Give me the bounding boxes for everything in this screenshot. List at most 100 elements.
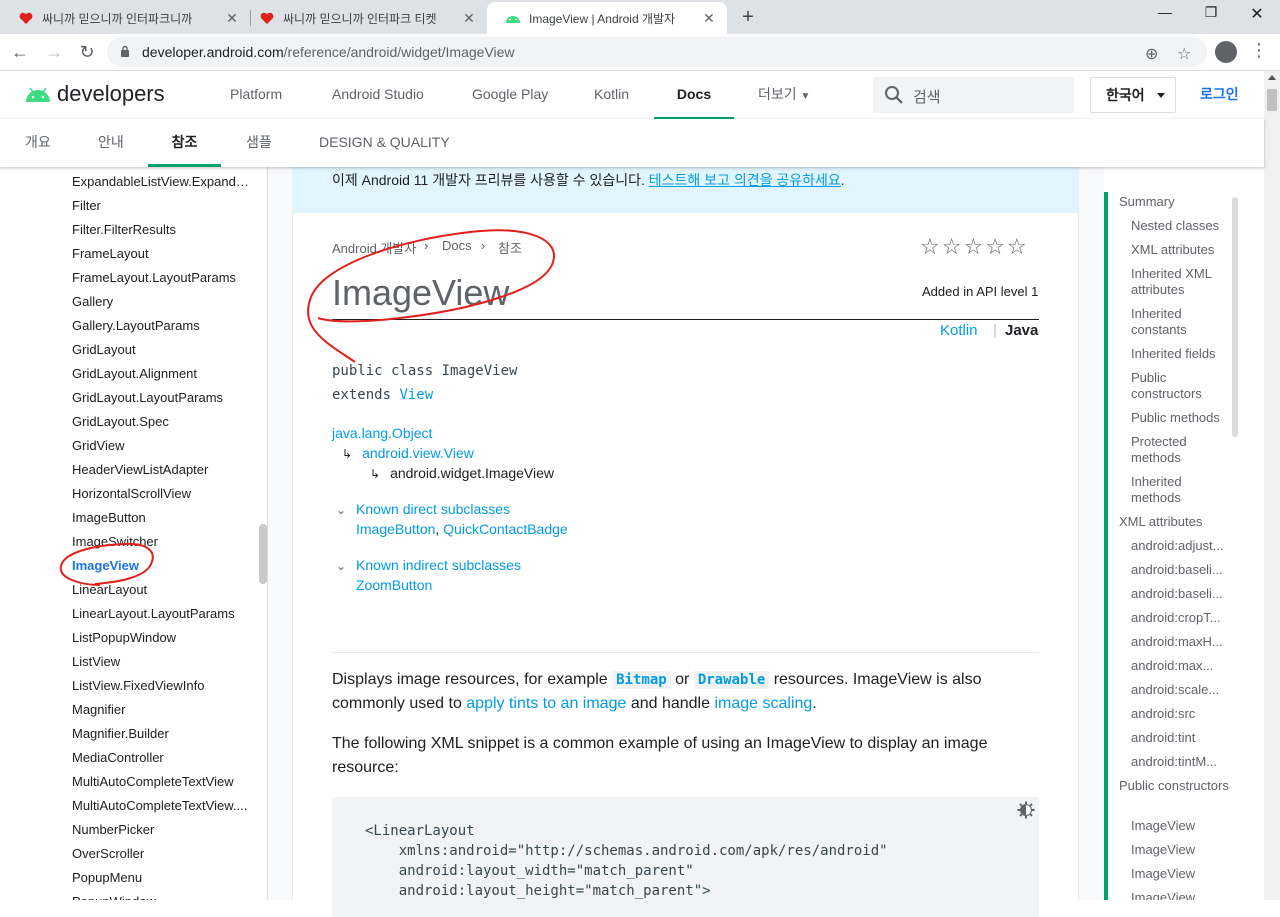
sidebar-item[interactable]: HeaderViewListAdapter: [72, 462, 252, 477]
toc-item[interactable]: Public constructors: [1119, 778, 1229, 794]
toc-item[interactable]: ImageView: [1131, 866, 1227, 882]
parent-class-link[interactable]: View: [399, 387, 433, 403]
close-tab-icon[interactable]: ✕: [224, 10, 240, 26]
toc-item[interactable]: XML attributes: [1119, 514, 1229, 530]
toc-item[interactable]: android:cropT...: [1131, 610, 1227, 626]
sidebar-item[interactable]: ListView: [72, 654, 252, 669]
sidebar-item[interactable]: GridLayout.Spec: [72, 414, 252, 429]
sidebar-item[interactable]: PopupMenu: [72, 870, 252, 885]
nav-docs[interactable]: Docs: [654, 71, 734, 119]
toc-item[interactable]: Nested classes: [1131, 218, 1227, 234]
subclass-link[interactable]: QuickContactBadge: [443, 521, 568, 537]
chevron-down-icon[interactable]: ⌄: [336, 503, 346, 517]
tab-design-quality[interactable]: DESIGN & QUALITY: [319, 119, 450, 167]
browser-tab-1[interactable]: 싸니까 믿으니까 인터파크니까 ✕: [0, 2, 250, 34]
toc-item[interactable]: Public constructors: [1131, 370, 1227, 402]
sidebar-item[interactable]: OverScroller: [72, 846, 252, 861]
sidebar-scrollbar-thumb[interactable]: [259, 524, 267, 584]
minimize-icon[interactable]: —: [1150, 4, 1180, 20]
language-toggle-java[interactable]: Java: [1005, 322, 1038, 339]
hierarchy-object-link[interactable]: java.lang.Object: [332, 425, 432, 441]
sidebar-item[interactable]: GridLayout.LayoutParams: [72, 390, 252, 405]
reload-icon[interactable]: ↻: [75, 40, 99, 64]
toc-item[interactable]: Summary: [1119, 194, 1229, 210]
scaling-link[interactable]: image scaling: [714, 695, 812, 712]
close-tab-icon[interactable]: ✕: [701, 10, 717, 26]
browser-menu-icon[interactable]: ⋮: [1250, 40, 1268, 61]
toc-item[interactable]: android:src: [1131, 706, 1227, 722]
nav-android-studio[interactable]: Android Studio: [332, 71, 424, 119]
toc-item[interactable]: Inherited methods: [1131, 474, 1227, 506]
tints-link[interactable]: apply tints to an image: [466, 695, 626, 712]
scroll-up-icon[interactable]: [1268, 75, 1276, 80]
indirect-subclasses-toggle[interactable]: Known indirect subclasses: [356, 557, 521, 573]
sidebar-item[interactable]: GridLayout.Alignment: [72, 366, 252, 381]
bookmark-star-icon[interactable]: ☆: [1177, 44, 1191, 64]
toc-item[interactable]: android:max...: [1131, 658, 1227, 674]
add-search-icon[interactable]: ⊕: [1145, 44, 1158, 64]
nav-more[interactable]: 더보기 ▼: [758, 71, 810, 119]
star-icon[interactable]: ☆: [920, 234, 942, 259]
hierarchy-view-link[interactable]: android.view.View: [362, 445, 474, 461]
toc-item[interactable]: android:tintM...: [1131, 754, 1227, 770]
sidebar-item[interactable]: FrameLayout.LayoutParams: [72, 270, 252, 285]
developers-logo[interactable]: developers: [25, 81, 165, 107]
theme-toggle-icon[interactable]: [1017, 801, 1035, 819]
subclass-link[interactable]: ZoomButton: [356, 577, 432, 593]
new-tab-icon[interactable]: +: [738, 6, 758, 29]
sidebar-item[interactable]: Filter.FilterResults: [72, 222, 252, 237]
browser-tab-2[interactable]: 싸니까 믿으니까 인터파크 티켓 ✕: [241, 2, 487, 34]
direct-subclasses-toggle[interactable]: Known direct subclasses: [356, 501, 510, 517]
subclass-link[interactable]: ImageButton: [356, 521, 435, 537]
toc-item[interactable]: Inherited XML attributes: [1131, 266, 1227, 298]
address-bar[interactable]: developer.android.com/reference/android/…: [107, 37, 1207, 67]
drawable-code-link[interactable]: Drawable: [693, 671, 770, 689]
sidebar-item[interactable]: LinearLayout: [72, 582, 252, 597]
tab-reference[interactable]: 참조: [148, 119, 221, 167]
sidebar-item[interactable]: ListPopupWindow: [72, 630, 252, 645]
star-icon[interactable]: ☆: [963, 234, 985, 259]
tab-samples[interactable]: 샘플: [246, 119, 272, 167]
sidebar-item[interactable]: Magnifier: [72, 702, 252, 717]
sidebar-item[interactable]: GridLayout: [72, 342, 252, 357]
toc-item[interactable]: ImageView: [1131, 818, 1227, 834]
nav-kotlin[interactable]: Kotlin: [594, 71, 629, 119]
toc-item[interactable]: Public methods: [1131, 410, 1227, 426]
nav-platform[interactable]: Platform: [230, 71, 282, 119]
sidebar-item[interactable]: FrameLayout: [72, 246, 252, 261]
page-scrollbar[interactable]: [1264, 71, 1280, 900]
toc-item[interactable]: android:adjust...: [1131, 538, 1227, 554]
sidebar-item[interactable]: ImageSwitcher: [72, 534, 252, 549]
sidebar-item[interactable]: MultiAutoCompleteTextView....: [72, 798, 252, 813]
sidebar-item[interactable]: LinearLayout.LayoutParams: [72, 606, 252, 621]
star-icon[interactable]: ☆: [985, 234, 1007, 259]
star-icon[interactable]: ☆: [942, 234, 964, 259]
breadcrumb-android-developers[interactable]: Android 개발자: [332, 238, 416, 257]
breadcrumb-reference[interactable]: 참조: [498, 238, 522, 257]
sidebar-item[interactable]: Gallery.LayoutParams: [72, 318, 252, 333]
forward-icon[interactable]: →: [42, 40, 66, 64]
sidebar-item[interactable]: NumberPicker: [72, 822, 252, 837]
restore-icon[interactable]: ❐: [1196, 4, 1226, 21]
toc-item[interactable]: android:scale...: [1131, 682, 1227, 698]
chevron-down-icon[interactable]: ⌄: [336, 559, 346, 573]
toc-item[interactable]: android:tint: [1131, 730, 1227, 746]
browser-tab-active[interactable]: ImageView | Android 개발자 ✕: [487, 2, 727, 34]
toc-item[interactable]: ImageView: [1131, 890, 1227, 900]
breadcrumb-docs[interactable]: Docs: [442, 238, 472, 253]
sidebar-item[interactable]: HorizontalScrollView: [72, 486, 252, 501]
close-window-icon[interactable]: ✕: [1242, 4, 1272, 24]
scrollbar-thumb[interactable]: [1267, 89, 1277, 111]
profile-avatar-icon[interactable]: [1215, 41, 1237, 63]
site-search[interactable]: 검색: [873, 77, 1074, 113]
language-toggle-kotlin[interactable]: Kotlin: [940, 322, 978, 339]
tab-guides[interactable]: 안내: [98, 119, 124, 167]
sidebar-item[interactable]: ExpandableListView.Expanda...: [72, 174, 252, 189]
star-icon[interactable]: ☆: [1007, 234, 1029, 259]
sidebar-item[interactable]: PopupWindow: [72, 894, 252, 900]
sidebar-item[interactable]: ListView.FixedViewInfo: [72, 678, 252, 693]
toc-item[interactable]: Protected methods: [1131, 434, 1227, 466]
toc-scrollbar[interactable]: [1232, 197, 1238, 437]
sidebar-item[interactable]: Magnifier.Builder: [72, 726, 252, 741]
rating-stars[interactable]: ☆☆☆☆☆: [920, 234, 1029, 260]
